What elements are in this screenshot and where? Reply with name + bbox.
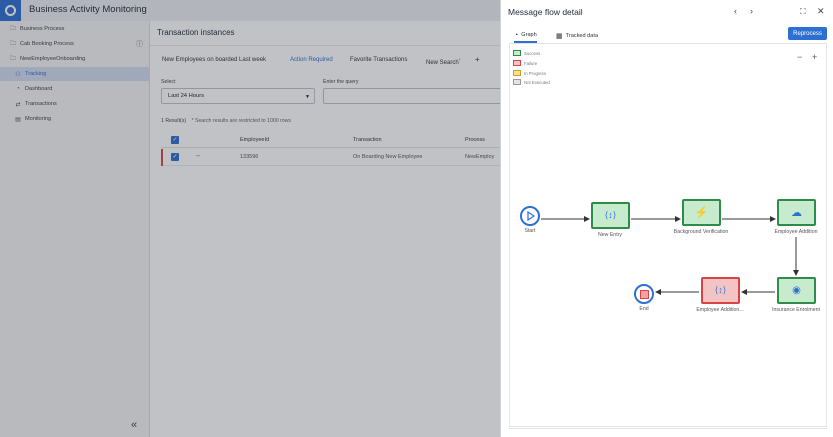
- cell-employee-id: 133596: [240, 154, 259, 160]
- folder-icon: 🗀: [9, 56, 16, 62]
- reprocess-button[interactable]: Reprocess: [788, 27, 827, 40]
- failure-indicator: [161, 149, 163, 166]
- sidebar-item-label: NewEmployeeOnboarding: [20, 56, 86, 62]
- dashboard-icon: ◔: [16, 86, 20, 92]
- stop-icon: [639, 289, 649, 299]
- mapper-icon: ⟨↕⟩: [604, 210, 617, 220]
- app-title: Business Activity Monitoring: [29, 4, 147, 15]
- app-logo-icon[interactable]: [0, 0, 21, 21]
- caret-down-icon: ▼: [305, 94, 310, 100]
- monitoring-icon: ▤: [15, 116, 21, 123]
- play-icon: [527, 211, 535, 221]
- column-header-employeeid[interactable]: EmployeeId: [240, 137, 269, 143]
- row-checkbox[interactable]: ✓: [171, 153, 179, 161]
- node-insurance-enrolment[interactable]: ◉: [777, 277, 816, 304]
- node-label: Start: [524, 228, 536, 234]
- expand-icon[interactable]: ⛶: [800, 7, 806, 17]
- tab-graph[interactable]: ◔ Graph: [514, 29, 537, 43]
- results-count: 1 Result(s): [161, 118, 187, 124]
- eye-icon: ◉: [792, 285, 801, 296]
- transactions-icon: ⇄: [15, 101, 21, 108]
- graph-icon: ◔: [514, 31, 519, 39]
- sidebar-item-newemployeeonboarding[interactable]: 🗀 NewEmployeeOnboarding: [0, 52, 150, 66]
- page-title: Transaction instances: [157, 28, 235, 37]
- function-icon: ⚡: [694, 207, 709, 219]
- table-icon: ▦: [556, 33, 563, 40]
- results-summary: 1 Result(s) * Search results are restric…: [161, 118, 291, 124]
- cell-transaction: On Boarding New Employee: [353, 154, 423, 160]
- select-label: Select: [161, 79, 176, 85]
- tab-favorite-transactions[interactable]: Favorite Transactions: [350, 57, 407, 63]
- sidebar-item-label: Business Process: [20, 26, 65, 32]
- node-label: Employee Addition: [774, 229, 818, 235]
- message-flow-panel: Message flow detail ‹ › ⛶ ✕ ◔ Graph ▦ Tr…: [500, 0, 833, 437]
- column-header-process[interactable]: Process: [465, 137, 485, 143]
- sidebar-item-label: Monitoring: [25, 116, 52, 122]
- sidebar-item-label: Dashboard: [25, 86, 53, 92]
- double-chevron-left-icon[interactable]: «: [131, 419, 137, 431]
- sidebar-item-dashboard[interactable]: ◔ Dashboard: [0, 82, 150, 96]
- query-input[interactable]: [323, 88, 523, 104]
- node-label: Insurance Enrolment: [772, 307, 820, 313]
- tab-action-required[interactable]: Action Required: [290, 57, 333, 63]
- panel-title: Message flow detail: [508, 7, 583, 17]
- node-employee-addition[interactable]: ☁: [777, 199, 816, 226]
- close-icon[interactable]: ✕: [817, 6, 825, 17]
- sidebar-item-label: Transactions: [25, 101, 57, 107]
- chevron-right-icon[interactable]: ›: [750, 6, 753, 16]
- start-node[interactable]: [520, 206, 540, 226]
- folder-icon: 🗀: [9, 41, 16, 47]
- node-new-entry[interactable]: ⟨↕⟩: [591, 202, 630, 229]
- sidebar-item-tracking[interactable]: ⚇ Tracking: [0, 67, 150, 81]
- table-header: ✓ EmployeeId Transaction Process: [161, 133, 521, 148]
- sidebar-item-label: Cab Booking Process: [20, 41, 74, 47]
- node-background-verification[interactable]: ⚡: [682, 199, 721, 226]
- arrow-right-icon[interactable]: →: [194, 152, 201, 159]
- select-all-checkbox[interactable]: ✓: [171, 136, 179, 144]
- sidebar-item-business-process[interactable]: 🗀 Business Process: [0, 22, 150, 36]
- cell-process: NewEmploy: [465, 154, 495, 160]
- tab-tracked-data[interactable]: ▦ Tracked data: [556, 29, 598, 43]
- time-range-select[interactable]: Last 24 Hours ▼: [161, 88, 315, 104]
- sidebar: 🗀 Business Process 🗀 Cab Booking Process…: [0, 21, 150, 437]
- node-employee-addition-failed[interactable]: ⟨↕⟩: [701, 277, 740, 304]
- results-note: * Search results are restricted to 1000 …: [191, 118, 292, 124]
- sidebar-item-transactions[interactable]: ⇄ Transactions: [0, 97, 150, 111]
- chevron-left-icon[interactable]: ‹: [734, 6, 737, 16]
- node-label: End: [639, 306, 649, 312]
- node-label: Background Verification: [673, 229, 729, 235]
- mapper-icon: ⟨↕⟩: [714, 285, 727, 295]
- table-row[interactable]: ✓ → 133596 On Boarding New Employee NewE…: [161, 149, 521, 166]
- tracking-icon: ⚇: [15, 71, 21, 78]
- tab-label: Graph: [521, 32, 537, 38]
- divider: [509, 428, 827, 429]
- node-label: Employee Addition...: [696, 307, 744, 313]
- tab-new-search[interactable]: New Search*: [426, 57, 460, 66]
- node-label: New Entry: [598, 232, 622, 238]
- query-label: Enter the query: [323, 79, 359, 85]
- sidebar-item-monitoring[interactable]: ▤ Monitoring: [0, 112, 150, 126]
- sidebar-item-label: Tracking: [25, 71, 47, 77]
- sidebar-item-cab-booking-process[interactable]: 🗀 Cab Booking Process ⓘ: [0, 37, 150, 51]
- tab-new-employees[interactable]: New Employees on boarded Last week: [162, 57, 266, 63]
- select-value: Last 24 Hours: [168, 93, 205, 99]
- flow-graph-canvas[interactable]: Success Failure In Progress Not Executed…: [509, 43, 827, 427]
- folder-icon: 🗀: [9, 26, 16, 32]
- end-node[interactable]: [634, 284, 654, 304]
- flow-connectors: [541, 216, 799, 295]
- cloud-icon: ☁: [791, 207, 802, 219]
- tab-label: Tracked data: [565, 33, 599, 39]
- info-icon[interactable]: ⓘ: [136, 39, 143, 49]
- plus-icon[interactable]: +: [475, 55, 480, 64]
- column-header-transaction[interactable]: Transaction: [353, 137, 382, 143]
